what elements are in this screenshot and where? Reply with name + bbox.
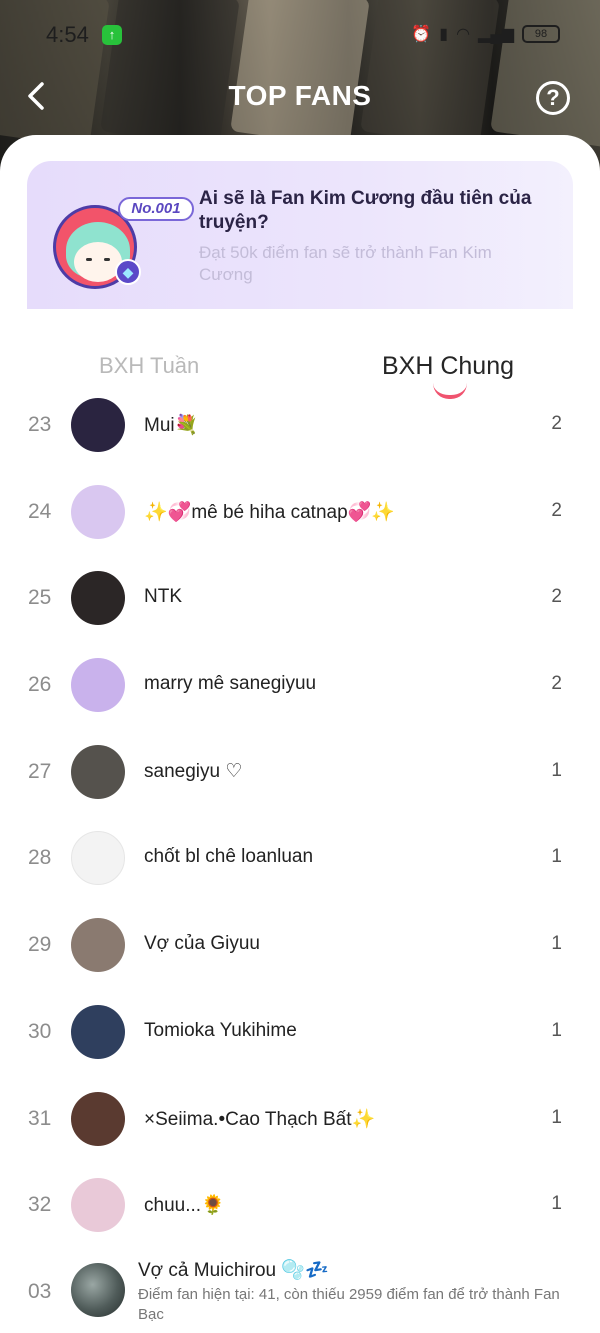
list-item[interactable]: 24 ✨💞mê bé hiha catnap💞✨ 2 [0, 468, 600, 555]
question-circle-icon: ? [546, 85, 560, 110]
fan-score: 2 [551, 673, 562, 695]
fan-name: Vợ của Giyuu [144, 933, 260, 955]
fan-name: Mui💐 [144, 415, 199, 436]
list-item[interactable]: 30 Tomioka Yukihime 1 [0, 988, 600, 1075]
fan-score: 2 [551, 499, 562, 521]
help-button[interactable]: ? [536, 81, 570, 115]
status-time: 4:54 [46, 22, 89, 47]
fan-score: 1 [551, 759, 562, 781]
fan-name: chốt bl chê loanluan [144, 846, 314, 868]
fan-name: sanegiyu ♡ [144, 760, 243, 782]
tab-weekly-ranking[interactable]: BXH Tuần [99, 353, 199, 379]
avatar [71, 571, 125, 626]
avatar [71, 1091, 125, 1146]
fan-name: chuu...🌻 [144, 1195, 225, 1217]
fan-score: 2 [551, 586, 562, 608]
list-item[interactable]: 28 chốt bl chê loanluan 1 [0, 814, 600, 901]
list-item[interactable]: 31 ×Seiima.•Cao Thạch Bất✨ 1 [0, 1075, 600, 1162]
fan-name: ×Seiima.•Cao Thạch Bất✨ [144, 1108, 376, 1130]
list-item[interactable]: 32 chuu...🌻 1 [0, 1161, 600, 1248]
signal-icon: ▂▄▆ [478, 26, 514, 43]
banner-subtitle: Đạt 50k điểm fan sẽ trở thành Fan Kim Cư… [199, 243, 492, 284]
rank-number: 26 [28, 673, 52, 697]
list-item[interactable]: 29 Vợ của Giyuu 1 [0, 901, 600, 988]
list-item[interactable]: 23 Mui💐 2 [0, 381, 600, 468]
tab-general-ranking[interactable]: BXH Chung [382, 352, 514, 381]
avatar [71, 484, 125, 539]
vibrate-icon: ▮ [439, 26, 449, 43]
fan-name: ✨💞mê bé hiha catnap💞✨ [144, 501, 395, 523]
mascot-eye [86, 258, 92, 261]
ranking-list[interactable]: 23 Mui💐 2 24 ✨💞mê bé hiha catnap💞✨ 2 25 … [0, 381, 600, 1248]
current-user-avatar [71, 1263, 125, 1317]
page-title: TOP FANS [228, 80, 372, 111]
rank-badge: No.001 [118, 197, 194, 221]
diamond-fan-banner: ◆ No.001 Ai sẽ là Fan Kim Cương đầu tiên… [27, 161, 573, 309]
current-user-name: Vợ cả Muichirou 🫧💤 [138, 1260, 329, 1281]
fan-name: Tomioka Yukihime [144, 1019, 297, 1041]
fan-score: 1 [551, 1193, 562, 1215]
fan-name: marry mê sanegiyuu [144, 673, 317, 695]
avatar [71, 831, 125, 886]
mascot-eye [104, 258, 110, 261]
current-user-rank: 03 [28, 1280, 52, 1303]
list-item[interactable]: 27 sanegiyu ♡ 1 [0, 728, 600, 815]
rank-number: 28 [28, 846, 52, 870]
list-item[interactable]: 26 marry mê sanegiyuu 2 [0, 641, 600, 728]
avatar [71, 658, 125, 713]
list-item[interactable]: 25 NTK 2 [0, 554, 600, 641]
current-user-progress: Điểm fan hiện tại: 41, còn thiếu 2959 đi… [138, 1286, 560, 1323]
banner-title: Ai sẽ là Fan Kim Cương đầu tiên của truy… [199, 188, 532, 233]
current-user-row[interactable]: 03 Vợ cả Muichirou 🫧💤 Điểm fan hiện tại:… [0, 1252, 600, 1333]
battery-icon: 98 [522, 25, 560, 43]
avatar [71, 1178, 125, 1233]
avatar [71, 1004, 125, 1059]
status-icons: ⏰ ▮ ◠ ▂▄▆ 98 [411, 24, 560, 44]
wifi-icon: ◠ [456, 26, 471, 43]
status-bar: 4:54 ↑ ⏰ ▮ ◠ ▂▄▆ 98 [0, 0, 600, 70]
avatar [71, 744, 125, 799]
fan-score: 2 [551, 413, 562, 434]
avatar [71, 918, 125, 973]
diamond-icon: ◆ [115, 259, 141, 285]
rank-number: 24 [28, 499, 52, 523]
fan-score: 1 [551, 846, 562, 868]
rank-number: 31 [28, 1106, 52, 1130]
upload-notification-icon: ↑ [102, 25, 122, 45]
avatar [71, 398, 125, 452]
rank-number: 25 [28, 586, 52, 610]
fan-score: 1 [551, 1019, 562, 1041]
rank-number: 29 [28, 933, 52, 957]
rank-number: 23 [28, 413, 52, 436]
fan-score: 1 [551, 1106, 562, 1128]
alarm-icon: ⏰ [411, 26, 432, 43]
fan-name: NTK [144, 586, 182, 608]
fan-score: 1 [551, 933, 562, 955]
rank-number: 27 [28, 759, 52, 783]
rank-number: 32 [28, 1193, 52, 1217]
rank-number: 30 [28, 1019, 52, 1043]
